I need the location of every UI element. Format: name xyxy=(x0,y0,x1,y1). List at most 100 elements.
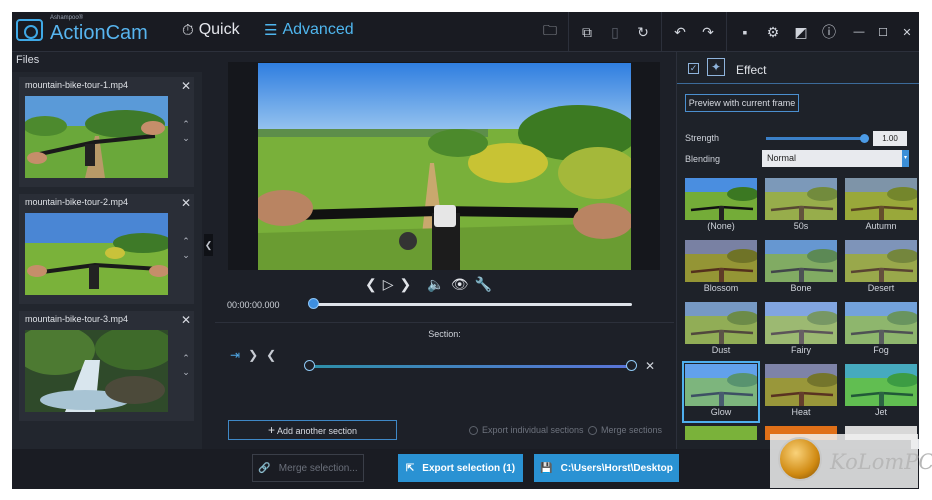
folder-icon[interactable]: 🗀 xyxy=(536,20,564,44)
mode-advanced-button[interactable]: ☰ Advanced xyxy=(264,21,354,39)
file-item[interactable]: mountain-bike-tour-3.mp4 ✕ ⌃ ⌄ xyxy=(19,311,194,421)
section-end-handle[interactable] xyxy=(626,360,637,371)
effect-preset-tile[interactable]: Fairy xyxy=(765,302,837,358)
stopwatch-icon: ⏱ xyxy=(182,21,194,39)
effect-preset-label: Autumn xyxy=(865,221,897,231)
effect-preset-tile[interactable]: Jet xyxy=(845,364,917,420)
preview-current-frame-button[interactable]: Preview with current frame xyxy=(685,94,799,112)
output-folder-button[interactable]: 💾 C:\Users\Horst\Desktop xyxy=(534,454,679,482)
radio-icon xyxy=(469,425,478,435)
redo-icon[interactable]: ↷ xyxy=(694,24,722,41)
minimize-button[interactable]: — xyxy=(847,26,871,38)
effect-preset-label: Heat xyxy=(791,407,811,417)
header-toolbar: 🗀 ⧉ ▯ ↻ ↶ ↷ ▪ ⚙ ◩ ⓘ xyxy=(536,12,843,52)
theme-icon[interactable]: ◩ xyxy=(787,24,815,41)
move-down-icon[interactable]: ⌄ xyxy=(179,131,193,145)
effect-enabled-checkbox[interactable]: ✓ xyxy=(688,63,699,74)
move-up-icon[interactable]: ⌃ xyxy=(179,351,193,365)
effect-preset-tile[interactable]: Glow xyxy=(682,361,760,423)
effect-preset-thumbnail xyxy=(685,240,757,282)
paste-icon[interactable]: ▯ xyxy=(601,24,629,41)
effect-preset-label: Desert xyxy=(867,283,895,293)
move-down-icon[interactable]: ⌄ xyxy=(179,248,193,262)
strength-value-input[interactable]: 1.00 xyxy=(873,131,907,146)
effect-preset-thumbnail xyxy=(685,178,757,220)
collapse-panel-handle[interactable]: ❮ xyxy=(204,234,213,256)
set-start-icon[interactable]: ❯ xyxy=(248,348,258,362)
effect-preset-label: 50s xyxy=(793,221,809,231)
merge-sections-option[interactable]: Merge sections xyxy=(588,425,662,435)
window-controls: — ☐ ✕ xyxy=(847,12,919,52)
strength-slider-handle[interactable] xyxy=(860,134,869,143)
effect-preset-thumbnail xyxy=(845,364,917,406)
merge-selection-button[interactable]: 🔗 Merge selection... xyxy=(252,454,364,482)
section-start-handle[interactable] xyxy=(304,360,315,371)
feedback-icon[interactable]: ▪ xyxy=(731,24,759,40)
file-item[interactable]: mountain-bike-tour-2.mp4 ✕ ⌃ ⌄ xyxy=(19,194,194,304)
video-preview xyxy=(258,63,631,270)
strength-slider[interactable] xyxy=(766,137,865,140)
app-title: ActionCam xyxy=(50,22,148,44)
blending-select[interactable]: Normal ▾ xyxy=(762,150,909,167)
section-label: Section: xyxy=(428,329,461,339)
files-panel: Files mountain-bike-tour-1.mp4 ✕ ⌃ ⌄ mou… xyxy=(12,52,202,489)
add-section-button[interactable]: + Add another section xyxy=(228,420,397,440)
effect-preset-tile[interactable]: Fog xyxy=(845,302,917,358)
timeline-playhead[interactable] xyxy=(308,298,319,309)
section-range-track[interactable] xyxy=(309,365,631,368)
reorder-controls: ⌃ ⌄ xyxy=(179,117,193,145)
next-frame-icon[interactable]: ❯ xyxy=(400,276,412,293)
remove-file-icon[interactable]: ✕ xyxy=(181,313,191,327)
remove-file-icon[interactable]: ✕ xyxy=(181,196,191,210)
effect-preset-label: Bone xyxy=(790,283,812,293)
effect-preset-thumbnail xyxy=(685,302,757,344)
effect-preset-thumbnail xyxy=(685,364,757,406)
previous-frame-icon[interactable]: ❮ xyxy=(365,276,377,293)
app-logo-icon xyxy=(16,19,43,41)
output-folder-label: C:\Users\Horst\Desktop xyxy=(560,462,673,474)
watermark: KoLomPC xyxy=(770,434,932,488)
timecode: 00:00:00.000 xyxy=(227,300,280,310)
effect-preset-tile[interactable]: Autumn xyxy=(845,178,917,234)
effect-preset-tile[interactable]: Dust xyxy=(685,302,757,358)
editor-area: ❮ ▷ ❯ 🔈 👁 🔧 00:00:00.000 Section: ⇥ ❯ ❮ … xyxy=(215,52,674,489)
remove-section-icon[interactable]: ✕ xyxy=(645,359,655,373)
maximize-button[interactable]: ☐ xyxy=(871,26,895,39)
blending-value: Normal xyxy=(767,153,797,163)
eye-icon[interactable]: 👁 xyxy=(451,276,469,293)
undo-icon[interactable]: ↶ xyxy=(666,24,694,41)
timeline-track[interactable] xyxy=(314,303,632,306)
effects-header: ✓ ✦ Effect xyxy=(677,52,919,84)
effect-preset-tile[interactable]: Desert xyxy=(845,240,917,296)
wrench-icon[interactable]: 🔧 xyxy=(474,276,491,293)
settings-icon[interactable]: ⚙ xyxy=(759,24,787,41)
export-individual-label: Export individual sections xyxy=(482,425,584,435)
file-item[interactable]: mountain-bike-tour-1.mp4 ✕ ⌃ ⌄ xyxy=(19,77,194,187)
effect-preset-thumbnail xyxy=(765,240,837,282)
export-selection-button[interactable]: ⇱ Export selection (1) xyxy=(398,454,523,482)
app-window: Ashampoo® ActionCam ⏱ Quick ☰ Advanced 🗀… xyxy=(12,12,919,489)
effect-preset-tile[interactable]: Bone xyxy=(765,240,837,296)
copy-icon[interactable]: ⧉ xyxy=(573,24,601,41)
move-up-icon[interactable]: ⌃ xyxy=(179,234,193,248)
close-button[interactable]: ✕ xyxy=(895,26,919,39)
jump-to-icon[interactable]: ⇥ xyxy=(230,348,240,362)
rotate-icon[interactable]: ↻ xyxy=(629,24,657,41)
effect-preset-tile[interactable]: Blossom xyxy=(685,240,757,296)
remove-file-icon[interactable]: ✕ xyxy=(181,79,191,93)
effect-preset-tile[interactable]: Heat xyxy=(765,364,837,420)
export-individual-option[interactable]: Export individual sections xyxy=(469,425,584,435)
set-end-icon[interactable]: ❮ xyxy=(266,348,276,362)
effect-preset-label: Fairy xyxy=(791,345,811,355)
dropdown-arrow-icon: ▾ xyxy=(902,150,909,167)
mode-quick-button[interactable]: ⏱ Quick xyxy=(182,21,240,39)
info-icon[interactable]: ⓘ xyxy=(815,22,843,42)
play-icon[interactable]: ▷ xyxy=(383,276,394,293)
effect-preset-tile[interactable]: 50s xyxy=(765,178,837,234)
move-up-icon[interactable]: ⌃ xyxy=(179,117,193,131)
volume-icon[interactable]: 🔈 xyxy=(427,276,444,293)
effect-preset-tile[interactable] xyxy=(685,426,757,440)
move-down-icon[interactable]: ⌄ xyxy=(179,365,193,379)
effect-preset-tile[interactable]: (None) xyxy=(685,178,757,234)
reorder-controls: ⌃ ⌄ xyxy=(179,351,193,379)
